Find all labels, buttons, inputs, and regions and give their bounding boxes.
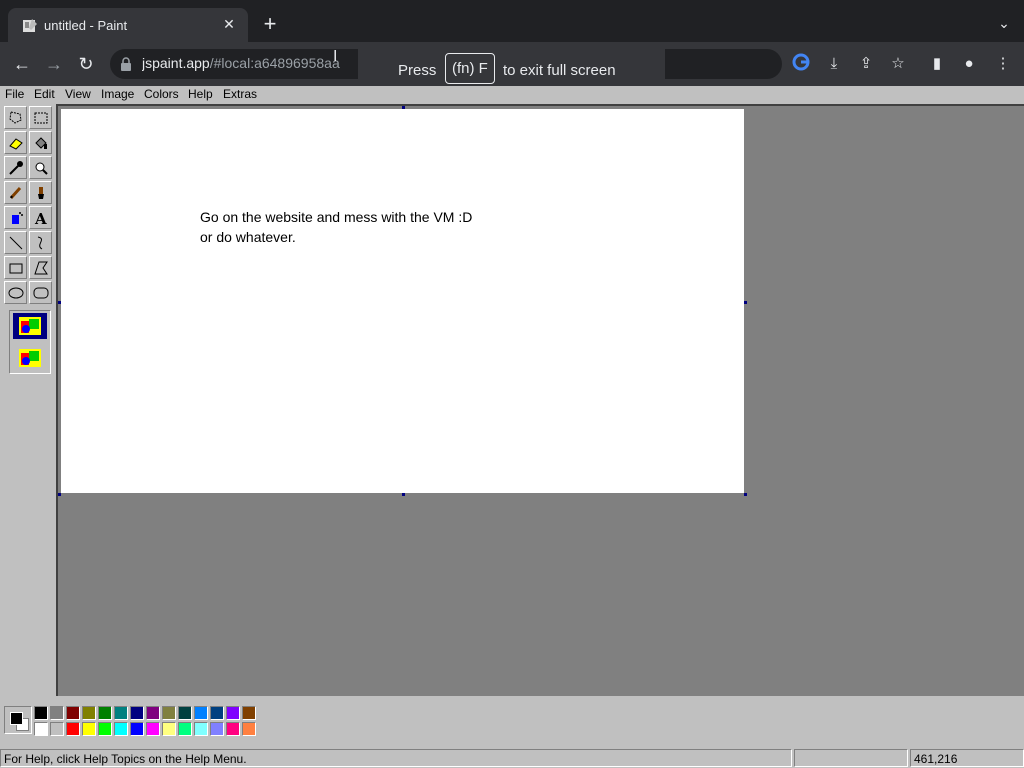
color-swatch[interactable]	[34, 722, 48, 736]
color-swatch[interactable]	[194, 706, 208, 720]
browser-tab[interactable]: untitled - Paint ✕	[8, 8, 248, 42]
color-swatch[interactable]	[82, 706, 96, 720]
forward-arrow-icon[interactable]: →	[42, 52, 66, 76]
profile-icon[interactable]: ●	[958, 53, 980, 75]
new-tab-icon[interactable]: +	[259, 13, 281, 35]
color-swatch[interactable]	[226, 706, 240, 720]
color-swatch[interactable]	[210, 706, 224, 720]
transparent-option-icon[interactable]	[13, 345, 47, 371]
canvas-text-line-1: Go on the website and mess with the VM :…	[200, 209, 473, 225]
menu-view[interactable]: View	[65, 87, 91, 101]
color-swatch[interactable]	[98, 722, 112, 736]
color-swatch[interactable]	[34, 706, 48, 720]
polygon-icon[interactable]	[29, 256, 52, 279]
free-form-select-icon[interactable]	[4, 106, 27, 129]
color-picker-icon[interactable]	[4, 156, 27, 179]
menu-extras[interactable]: Extras	[223, 87, 257, 101]
resize-handle-bottom-left	[58, 493, 61, 496]
menu-help[interactable]: Help	[188, 87, 213, 101]
reload-icon[interactable]: ↻	[74, 52, 98, 76]
resize-handle-top	[402, 106, 405, 109]
menu-image[interactable]: Image	[101, 87, 134, 101]
line-icon[interactable]	[4, 231, 27, 254]
foreground-color-swatch	[10, 712, 23, 725]
color-swatch[interactable]	[114, 706, 128, 720]
bookmark-star-icon[interactable]: ☆	[887, 53, 909, 75]
resize-handle-bottom[interactable]	[402, 493, 405, 496]
fullscreen-notice-prefix: Press	[398, 62, 437, 79]
menu-edit[interactable]: Edit	[34, 87, 55, 101]
menu-colors[interactable]: Colors	[144, 87, 179, 101]
fill-bucket-icon[interactable]	[29, 131, 52, 154]
canvas-text-line-2: or do whatever.	[200, 229, 296, 245]
color-swatch[interactable]	[178, 722, 192, 736]
tab-search-chevron-icon[interactable]: ⌄	[994, 13, 1014, 33]
color-swatch[interactable]	[130, 706, 144, 720]
back-arrow-icon[interactable]: ←	[10, 52, 34, 76]
ellipse-icon[interactable]	[4, 281, 27, 304]
share-icon[interactable]: ⇪	[855, 53, 877, 75]
text-cursor-icon: I	[333, 48, 338, 65]
current-colors	[4, 706, 32, 734]
color-swatch[interactable]	[178, 706, 192, 720]
color-box	[0, 696, 1024, 744]
curve-icon[interactable]	[29, 231, 52, 254]
more-menu-icon[interactable]: ⋮	[992, 53, 1014, 75]
download-icon[interactable]: ⤓	[823, 53, 845, 75]
tab-close-icon[interactable]: ✕	[220, 15, 238, 33]
canvas-text: Go on the website and mess with the VM :…	[200, 207, 472, 247]
color-swatch[interactable]	[162, 706, 176, 720]
paint-menu-bar: File Edit View Image Colors Help Extras	[0, 86, 1024, 104]
text-tool-icon[interactable]: A	[29, 206, 52, 229]
side-panel-icon[interactable]: ▮	[926, 53, 948, 75]
resize-handle-right[interactable]	[744, 301, 747, 304]
toolbox: A	[0, 104, 56, 696]
color-swatch[interactable]	[50, 722, 64, 736]
tab-title: untitled - Paint	[44, 18, 128, 33]
url-host: jspaint.app	[142, 55, 210, 71]
brush-icon[interactable]	[29, 181, 52, 204]
drawing-canvas[interactable]: Go on the website and mess with the VM :…	[61, 109, 744, 493]
color-swatch[interactable]	[66, 722, 80, 736]
status-bar: For Help, click Help Topics on the Help …	[0, 748, 1024, 768]
color-swatch[interactable]	[242, 706, 256, 720]
status-coordinates: 461,216	[910, 749, 1024, 767]
color-swatch[interactable]	[210, 722, 224, 736]
url-text: jspaint.app/#local:a64896958aa	[142, 55, 362, 71]
magnifier-icon[interactable]	[29, 156, 52, 179]
tool-options-panel	[9, 310, 51, 374]
fullscreen-notice-key: (fn) F	[445, 53, 495, 84]
color-swatch[interactable]	[82, 722, 96, 736]
browser-tab-bar: untitled - Paint ✕ + ⌄	[0, 0, 1024, 42]
resize-handle-left	[58, 301, 61, 304]
rounded-rectangle-icon[interactable]	[29, 281, 52, 304]
svg-text:A: A	[34, 210, 47, 226]
airbrush-icon[interactable]	[4, 206, 27, 229]
color-swatch[interactable]	[114, 722, 128, 736]
google-icon[interactable]	[790, 53, 812, 75]
eraser-icon[interactable]	[4, 131, 27, 154]
color-swatch[interactable]	[66, 706, 80, 720]
status-size	[794, 749, 908, 767]
status-help-text: For Help, click Help Topics on the Help …	[0, 749, 792, 767]
color-swatch[interactable]	[194, 722, 208, 736]
url-path: /#local:a64896958aa	[209, 55, 340, 71]
menu-file[interactable]: File	[5, 87, 24, 101]
color-swatch[interactable]	[242, 722, 256, 736]
pencil-icon[interactable]	[4, 181, 27, 204]
rectangle-icon[interactable]	[4, 256, 27, 279]
fullscreen-notice-suffix: to exit full screen	[503, 62, 616, 79]
color-swatch[interactable]	[130, 722, 144, 736]
color-swatch[interactable]	[146, 706, 160, 720]
rectangle-select-icon[interactable]	[29, 106, 52, 129]
lock-icon	[121, 57, 131, 71]
color-swatch[interactable]	[226, 722, 240, 736]
color-swatch[interactable]	[162, 722, 176, 736]
color-swatch[interactable]	[50, 706, 64, 720]
color-swatch[interactable]	[146, 722, 160, 736]
color-swatch[interactable]	[98, 706, 112, 720]
resize-handle-corner[interactable]	[744, 493, 747, 496]
paint-favicon-icon	[23, 19, 37, 32]
opaque-option-icon[interactable]	[13, 313, 47, 339]
